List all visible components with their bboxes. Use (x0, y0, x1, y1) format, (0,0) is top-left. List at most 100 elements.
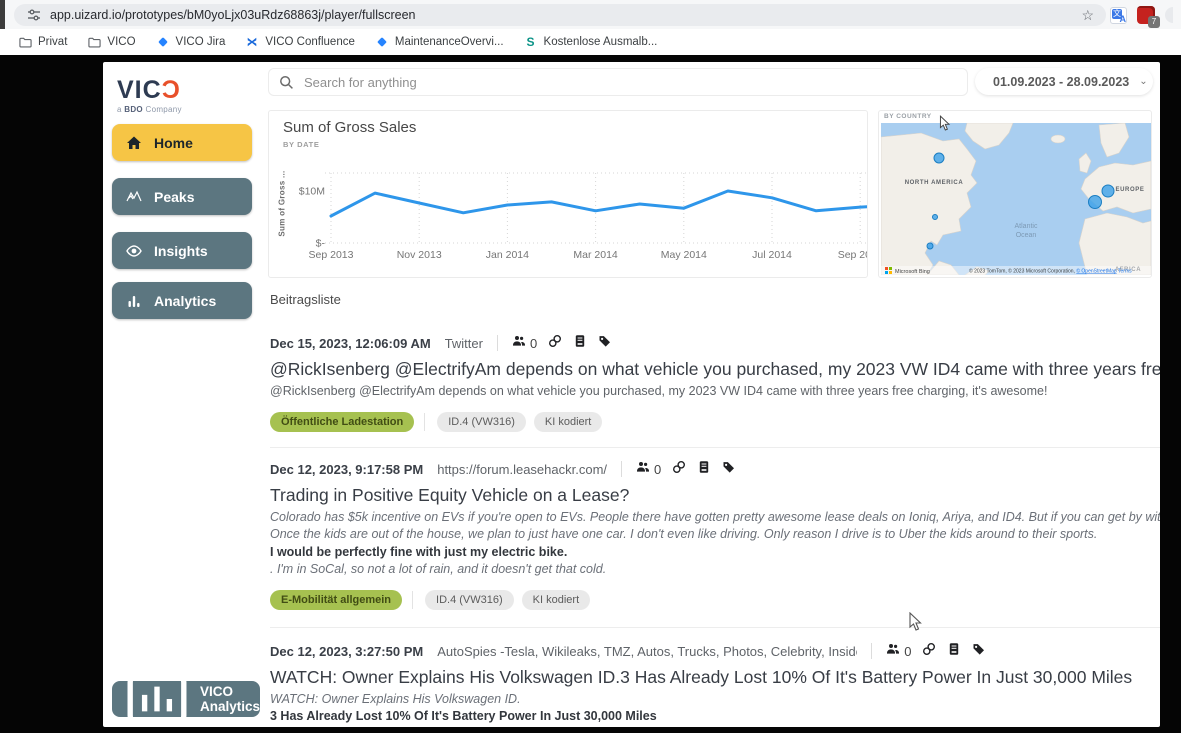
post-actions: 0 (886, 642, 986, 661)
y-tick-label: $10M (299, 186, 325, 198)
divider (497, 335, 498, 351)
x-tick-label: Sep 2013 (309, 249, 354, 261)
link-icon[interactable] (922, 642, 936, 661)
sidebar-item-label: Analytics (154, 293, 216, 309)
world-map[interactable]: NORTH AMERICAEUROPEAFRICAAtlanticOcean© … (881, 123, 1151, 275)
x-tick-label: Sep 2014 (838, 249, 868, 261)
search-icon (279, 75, 294, 90)
bookmark-star-icon[interactable]: ☆ (1077, 7, 1098, 24)
folder-icon (18, 35, 32, 49)
bookmark-item[interactable]: Privat (10, 32, 75, 52)
post-body-line: I would be perfectly fine with just my e… (270, 544, 1160, 561)
engagement-count: 0 (530, 336, 537, 351)
extension-icon[interactable]: 7 (1137, 6, 1155, 24)
book-icon[interactable] (573, 334, 587, 353)
browser-toolbar: app.uizard.io/prototypes/bM0yoLjx03uRdz6… (0, 0, 1181, 29)
search-bar[interactable] (268, 68, 968, 96)
bookmark-item[interactable]: VICO Jira (148, 32, 234, 52)
date-range-text: 01.09.2023 - 28.09.2023 (993, 75, 1129, 89)
site-settings-icon[interactable] (26, 7, 42, 23)
home-icon (126, 135, 142, 151)
post-source[interactable]: https://forum.leasehackr.com/ (437, 462, 607, 477)
post-body: WATCH: Owner Explains His Volkswagen ID.… (270, 691, 1160, 725)
map-bubble-europe-west (1089, 196, 1102, 209)
sidebar-item-label: VICO Analytics (200, 684, 260, 714)
tag-icon[interactable] (598, 334, 612, 353)
post-meta-row: Dec 12, 2023, 3:27:50 PMAutoSpies -Tesla… (270, 641, 1160, 661)
search-input[interactable] (304, 75, 957, 90)
book-icon[interactable] (697, 460, 711, 479)
bookmark-item[interactable]: VICO Confluence (237, 32, 363, 52)
post-title[interactable]: @RickIsenberg @ElectrifyAm depends on wh… (270, 359, 1160, 380)
divider (424, 413, 425, 431)
post-title[interactable]: WATCH: Owner Explains His Volkswagen ID.… (270, 667, 1160, 688)
tag-pill[interactable]: ID.4 (VW316) (425, 590, 514, 610)
bars-icon (126, 293, 142, 309)
date-range-picker[interactable]: 01.09.2023 - 28.09.2023 ⌄ (975, 68, 1153, 95)
sidebar-item-home[interactable]: Home (112, 124, 252, 161)
tag-pill[interactable]: KI kodiert (534, 412, 602, 432)
map-bubble-canada (934, 153, 944, 163)
post-body-line: WATCH: Owner Explains His Volkswagen ID. (270, 691, 1160, 708)
ocean-label: Atlantic (1015, 223, 1038, 230)
post-list: Dec 15, 2023, 12:06:09 AM Twitter 0 @RickIs… (270, 320, 1160, 727)
map-subtitle: BY COUNTRY (884, 113, 932, 120)
map-attribution: © 2023 TomTom, © 2023 Microsoft Corporat… (969, 268, 1132, 275)
translate-icon[interactable]: 文A (1110, 7, 1127, 24)
s-letter-icon: S (524, 35, 538, 49)
address-bar[interactable]: app.uizard.io/prototypes/bM0yoLjx03uRdz6… (14, 4, 1106, 26)
gross-sales-chart-card: Sum of Gross Sales BY DATE Sum of Gross … (268, 110, 868, 278)
post-source[interactable]: Twitter (445, 336, 483, 351)
map-region-label: EUROPE (1116, 187, 1145, 193)
extensions-area: 文A 7 (1110, 3, 1173, 27)
post-date: Dec 12, 2023, 9:17:58 PM (270, 462, 423, 477)
bookmark-item[interactable]: SKostenlose Ausmalb... (516, 32, 666, 52)
post-separator (270, 627, 1160, 628)
feed-title: Beitragsliste (270, 292, 341, 307)
tag-icon[interactable] (972, 642, 986, 661)
post-body: @RickIsenberg @ElectrifyAm depends on wh… (270, 383, 1160, 400)
bookmark-label: VICO Confluence (265, 36, 355, 48)
url-text[interactable]: app.uizard.io/prototypes/bM0yoLjx03uRdz6… (50, 8, 1077, 22)
bing-map[interactable]: NORTH AMERICAEUROPEAFRICAAtlanticOcean© … (881, 123, 1151, 275)
vico-logo: VICƆ a BDO Company (117, 78, 182, 114)
bookmark-item[interactable]: MaintenanceOvervi... (367, 32, 512, 52)
tag-pill[interactable]: ID.4 (VW316) (437, 412, 526, 432)
profile-icon[interactable] (1165, 7, 1173, 23)
tag-pill[interactable]: E-Mobilität allgemein (270, 590, 402, 610)
bookmarks-bar: Privat VICO VICO Jira VICO Confluence Mainte… (0, 29, 1181, 55)
sidebar-item-analytics[interactable]: Analytics (112, 282, 252, 319)
jira-icon (156, 35, 170, 49)
sidebar-item-vico-analytics[interactable]: VICO Analytics (112, 681, 260, 717)
post-date: Dec 15, 2023, 12:06:09 AM (270, 336, 431, 351)
post-item: Dec 15, 2023, 12:06:09 AM Twitter 0 @RickIs… (270, 333, 1160, 433)
svg-text:Ocean: Ocean (1016, 232, 1037, 239)
engagement-count: 0 (654, 462, 661, 477)
sidebar-item-peaks[interactable]: Peaks (112, 178, 252, 215)
bookmark-item[interactable]: VICO (79, 32, 143, 52)
confluence-icon (245, 35, 259, 49)
logo-vic: VIC (117, 76, 162, 104)
sidebar-item-insights[interactable]: Insights (112, 232, 252, 269)
audience-icon (886, 642, 900, 661)
tag-icon[interactable] (722, 460, 736, 479)
svg-text:Microsoft Bing: Microsoft Bing (895, 269, 930, 275)
map-bubble-europe-north (1102, 185, 1114, 197)
post-item: Dec 12, 2023, 3:27:50 PMAutoSpies -Tesla… (270, 641, 1160, 725)
tag-pill[interactable]: Öffentliche Ladestation (270, 412, 414, 432)
post-source[interactable]: AutoSpies -Tesla, Wikileaks, TMZ, Autos,… (437, 644, 857, 659)
engagement-count: 0 (904, 644, 911, 659)
link-icon[interactable] (672, 460, 686, 479)
post-title[interactable]: Trading in Positive Equity Vehicle on a … (270, 485, 1160, 506)
link-icon[interactable] (548, 334, 562, 353)
map-cursor (938, 115, 951, 132)
x-tick-label: Mar 2014 (573, 249, 618, 261)
post-tags-row: Öffentliche Ladestation ID.4 (VW316) KI ko… (270, 411, 1160, 433)
post-actions: 0 (512, 334, 612, 353)
book-icon[interactable] (947, 642, 961, 661)
divider (621, 461, 622, 477)
tag-pill[interactable]: KI kodiert (522, 590, 590, 610)
x-tick-label: Jan 2014 (486, 249, 529, 261)
x-tick-label: Jul 2014 (752, 249, 792, 261)
bookmark-label: VICO (107, 36, 135, 48)
